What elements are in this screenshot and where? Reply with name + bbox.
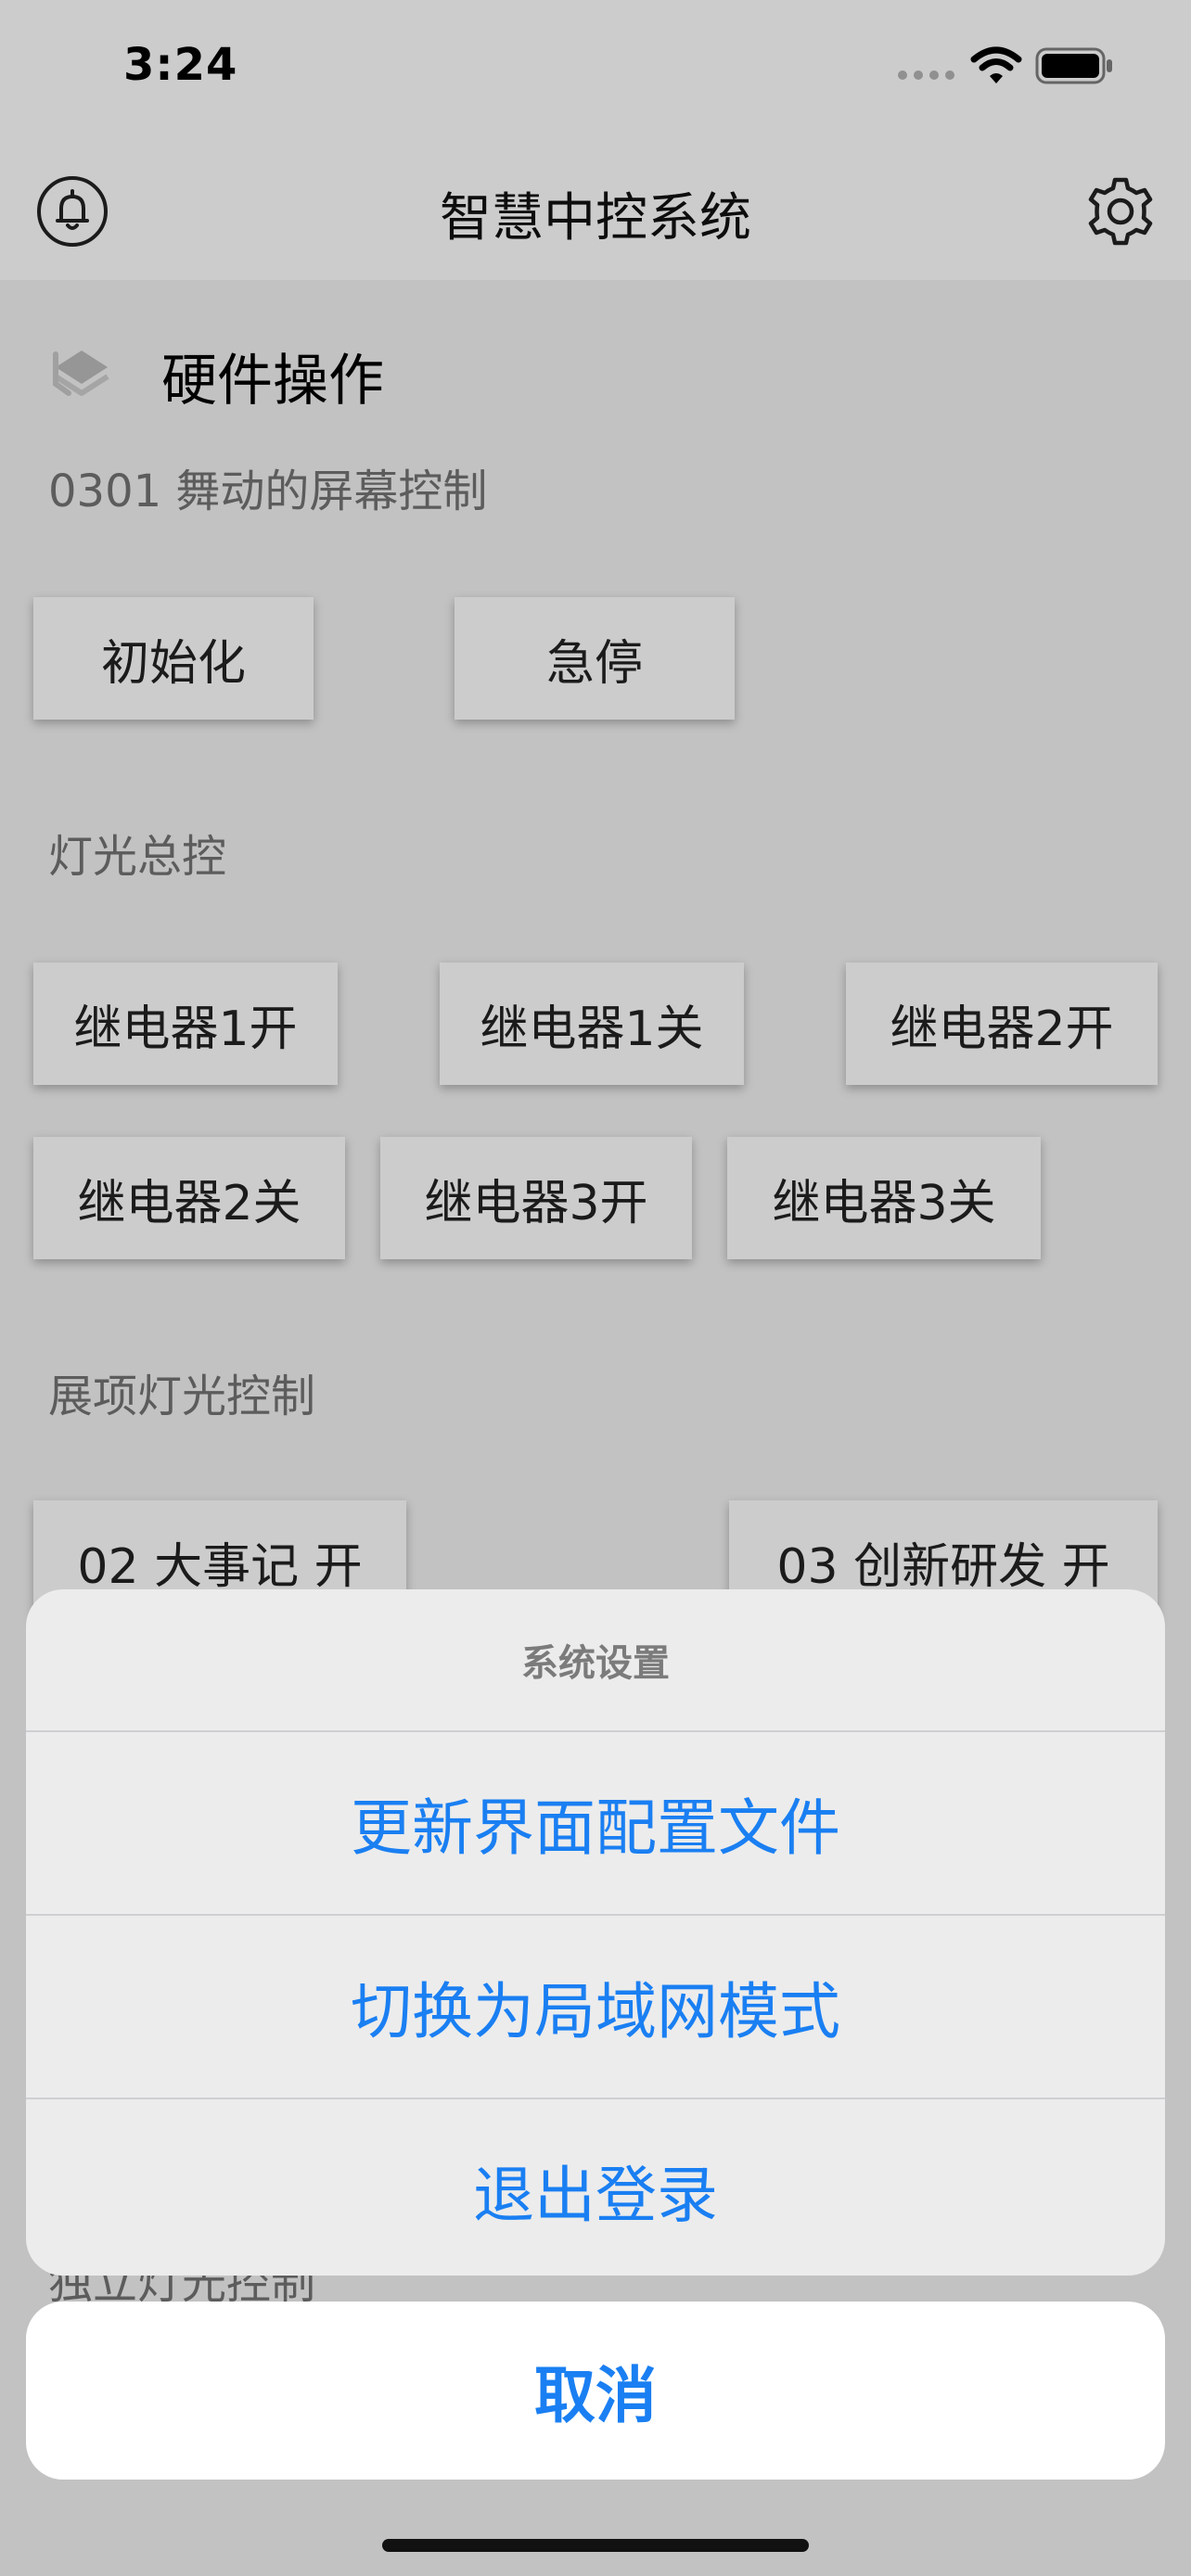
home-indicator <box>382 2539 809 2552</box>
logout-option[interactable]: 退出登录 <box>26 2098 1165 2276</box>
system-settings-action-sheet: 系统设置 更新界面配置文件 切换为局域网模式 退出登录 <box>26 1589 1165 2276</box>
update-config-option[interactable]: 更新界面配置文件 <box>26 1730 1165 1914</box>
cancel-button[interactable]: 取消 <box>26 2302 1165 2480</box>
switch-lan-mode-option[interactable]: 切换为局域网模式 <box>26 1914 1165 2098</box>
action-sheet-title: 系统设置 <box>521 1642 670 1685</box>
